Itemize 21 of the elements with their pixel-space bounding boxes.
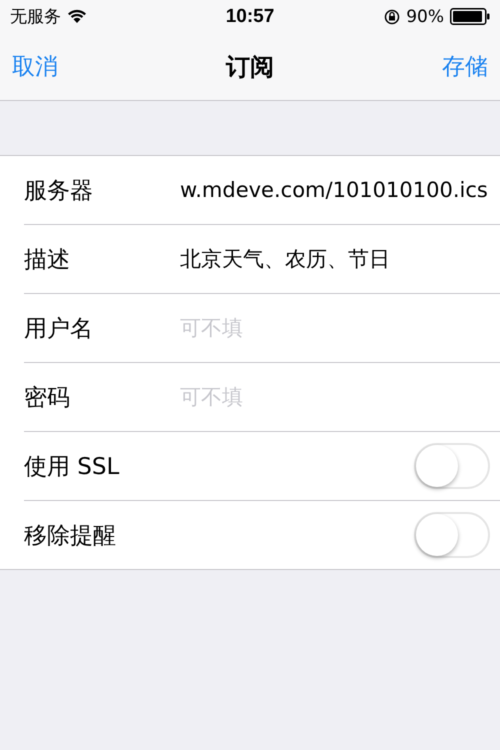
cancel-button[interactable]: 取消	[12, 51, 58, 82]
row-label: 描述	[24, 246, 71, 274]
clock-text: 10:57	[226, 6, 274, 28]
input-field[interactable]: 可不填	[180, 385, 490, 409]
wifi-icon	[67, 9, 87, 24]
row-label: 密码	[24, 384, 71, 412]
input-field[interactable]: w.mdeve.com/101010100.ics	[180, 178, 490, 202]
battery-icon	[450, 8, 490, 25]
row-label: 使用 SSL	[24, 452, 120, 482]
row-label: 移除提醒	[24, 522, 117, 550]
toggle-switch[interactable]	[414, 443, 490, 489]
save-button[interactable]: 存储	[442, 51, 488, 82]
battery-text: 90%	[406, 6, 444, 26]
carrier-text: 无服务	[10, 6, 61, 28]
rotation-lock-icon	[384, 8, 400, 24]
input-field[interactable]: 北京天气、农历、节日	[180, 247, 490, 271]
page-title: 订阅	[226, 52, 274, 82]
row-label: 服务器	[24, 176, 94, 206]
toggle-switch[interactable]	[414, 512, 490, 558]
input-field[interactable]: 可不填	[180, 316, 490, 340]
row-label: 用户名	[24, 314, 94, 344]
